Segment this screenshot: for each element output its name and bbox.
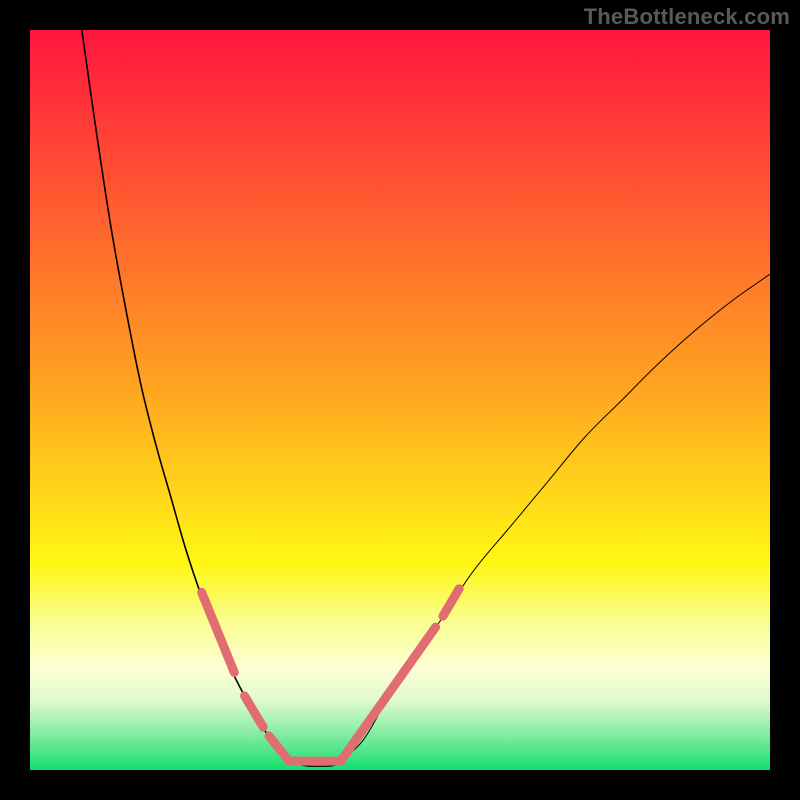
chart-frame: TheBottleneck.com [0, 0, 800, 800]
plot-area [30, 30, 770, 770]
plot-svg [30, 30, 770, 770]
watermark-text: TheBottleneck.com [584, 4, 790, 30]
gradient-background [30, 30, 770, 770]
